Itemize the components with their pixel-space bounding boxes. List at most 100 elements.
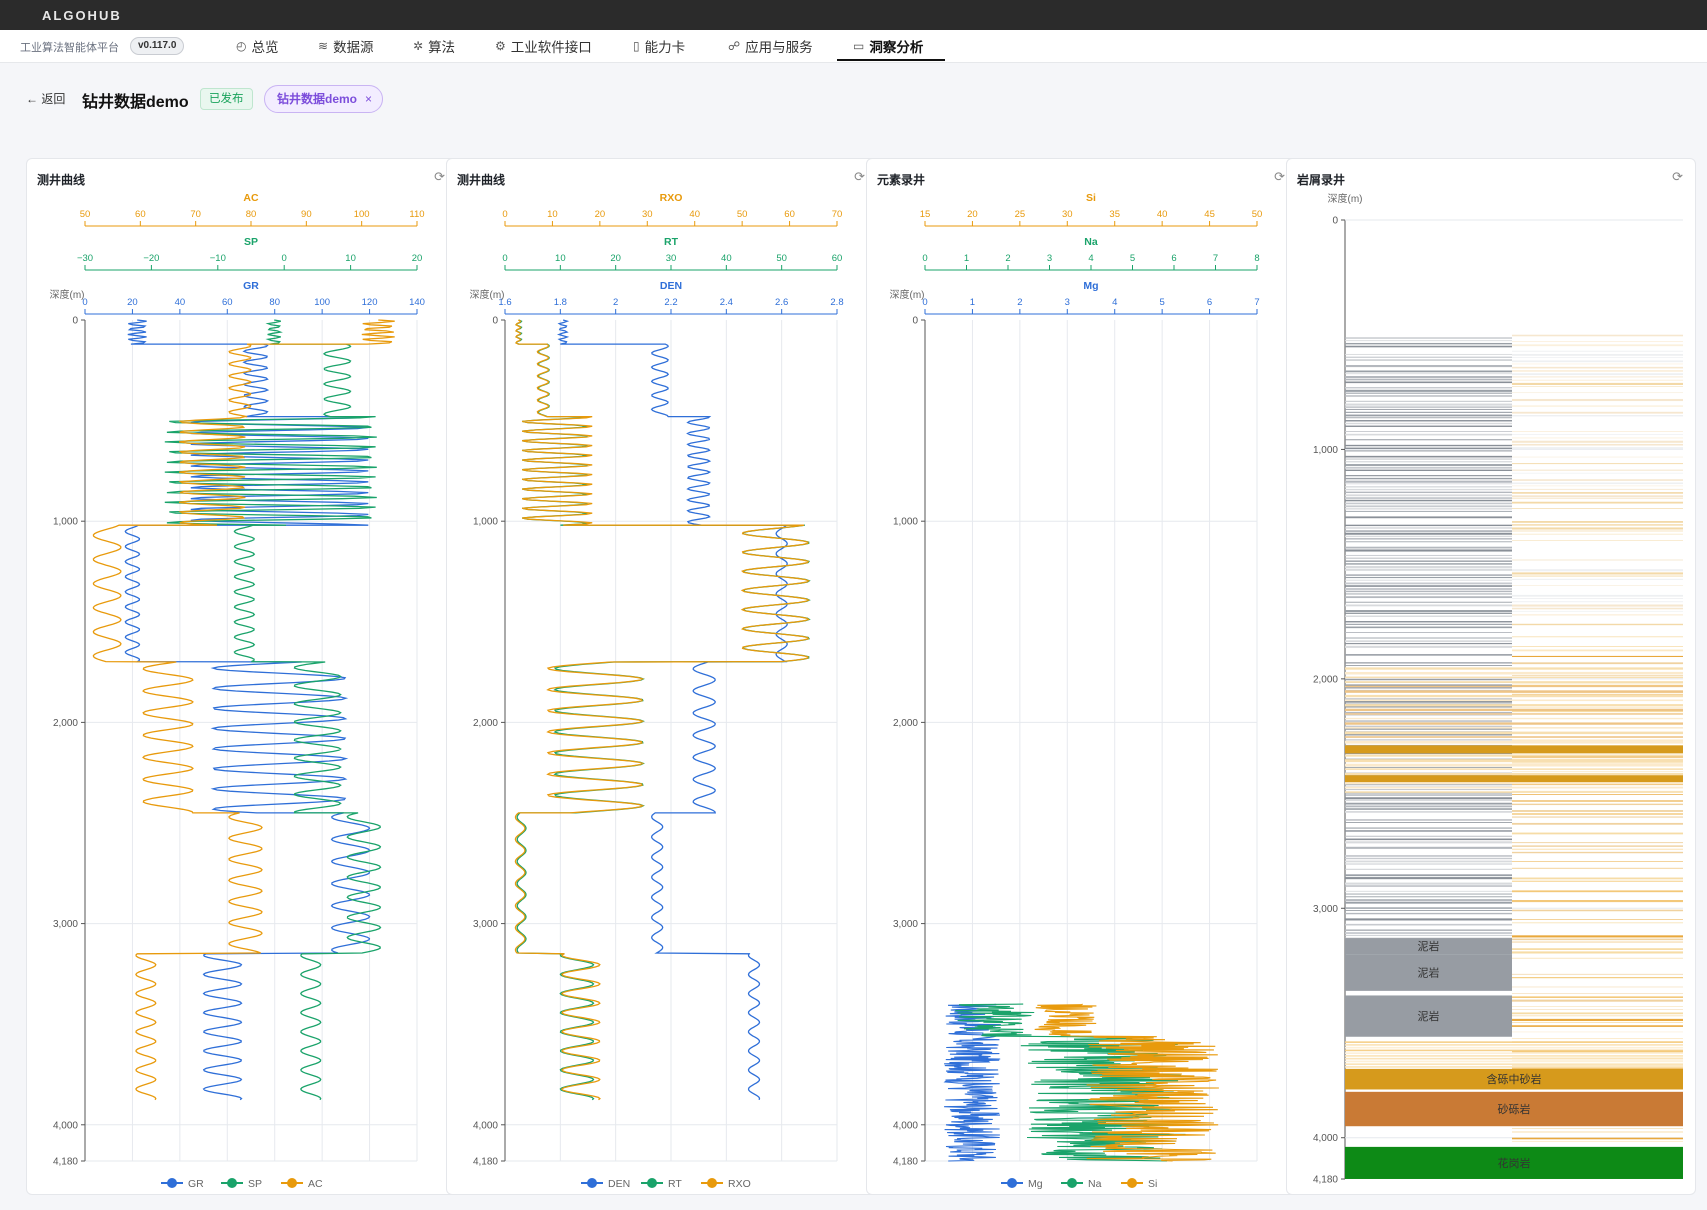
legend-label-den: DEN (608, 1178, 630, 1190)
axis-tick-label: 50 (737, 209, 748, 220)
axis-name-ac: AC (243, 192, 259, 204)
nav-item-datasource[interactable]: ≋ 数据源 (318, 36, 374, 56)
axis-tick-label: 0 (502, 209, 507, 220)
dataset-tag-label: 钻井数据demo (277, 92, 358, 106)
axis-tick-label: 10 (547, 209, 558, 220)
top-bar: ALGOHUB (0, 0, 1707, 30)
lithology-stripe (1512, 832, 1683, 835)
lithology-stripe (1345, 497, 1512, 500)
back-link[interactable]: ← 返回 (26, 90, 65, 107)
lithology-stripe (1512, 1131, 1683, 1133)
lithology-stripe (1512, 816, 1683, 818)
nav-item-apps-services[interactable]: ☍ 应用与服务 (728, 36, 813, 56)
depth-tick-label: 3,000 (473, 919, 498, 930)
depth-tick-label: 4,180 (893, 1157, 918, 1168)
axis-tick-label: 50 (80, 209, 91, 220)
lithology-stripe (1345, 417, 1512, 419)
legend-marker-gr (167, 1178, 177, 1188)
lithology-stripe (1345, 395, 1512, 397)
lithology-band (1345, 745, 1683, 754)
lithology-stripe (1512, 800, 1683, 802)
axis-tick-label: 20 (610, 253, 621, 264)
lithology-stripe (1345, 885, 1512, 887)
lithology-stripe (1345, 857, 1512, 860)
legend-marker-na (1067, 1178, 1077, 1188)
lithology-stripe (1345, 516, 1512, 519)
lithology-stripe (1345, 554, 1512, 556)
lithology-stripe (1345, 901, 1512, 904)
lithology-stripe (1512, 1012, 1683, 1015)
axis-tick-label: 10 (345, 253, 356, 264)
lithology-stripe (1345, 373, 1512, 375)
lithology-stripe (1345, 356, 1512, 358)
lithology-stripe (1512, 861, 1683, 862)
axis-tick-label: 2 (1017, 297, 1022, 308)
lithology-stripe (1512, 447, 1683, 450)
panel-well-log-2: 测井曲线 ⟳ RXO 0 10 20 30 40 50 60 70 RT 0 10 20 30 40 50 60… (446, 158, 878, 1195)
lithology-stripe (1345, 890, 1512, 892)
axis-tick-label: −20 (143, 253, 159, 264)
lithology-stripe (1512, 498, 1683, 500)
lithology-stripe (1345, 1041, 1683, 1043)
lithology-stripe (1345, 527, 1512, 529)
axis-tick-label: 7 (1254, 297, 1259, 308)
lithology-stripe (1512, 977, 1683, 979)
lithology-stripe (1345, 475, 1512, 477)
status-badge: 已发布 (200, 88, 253, 110)
close-icon[interactable]: × (365, 92, 372, 106)
lithology-stripe (1345, 788, 1512, 791)
lithology-stripe (1512, 527, 1683, 530)
axis-tick-label: 4 (1112, 297, 1117, 308)
axis-tick-label: 6 (1171, 253, 1176, 264)
axis-tick-label: 7 (1213, 253, 1218, 264)
lithology-stripe (1512, 623, 1683, 626)
axis-tick-label: 5 (1159, 297, 1164, 308)
lithology-stripe (1345, 662, 1512, 664)
depth-tick-label: 1,000 (1313, 445, 1338, 456)
lithology-stripe (1345, 549, 1512, 552)
lithology-stripe (1345, 499, 1512, 502)
axis-tick-label: 20 (127, 297, 138, 308)
lithology-stripe (1345, 1049, 1683, 1052)
lithology-stripe (1345, 882, 1512, 885)
lithology-stripe (1345, 733, 1512, 736)
lithology-stripe (1345, 444, 1512, 447)
lithology-stripe (1345, 893, 1512, 895)
nav-item-overview[interactable]: ◴ 总览 (236, 36, 278, 56)
brand-logo[interactable]: ALGOHUB (42, 8, 122, 23)
lithology-stripe (1512, 601, 1683, 603)
lithology-stripe (1512, 1128, 1683, 1129)
lithology-stripe (1345, 621, 1512, 623)
lithology-stripe (1345, 461, 1512, 463)
lithology-stripe (1512, 492, 1683, 494)
nav-item-insight[interactable]: ▭ 洞察分析 (853, 36, 923, 56)
lithology-stripe (1345, 763, 1683, 767)
legend-marker-mg (1007, 1178, 1017, 1188)
lithology-stripe (1345, 772, 1683, 776)
nav-item-software-interface[interactable]: ⚙ 工业软件接口 (495, 36, 592, 56)
lithology-stripe (1345, 822, 1512, 823)
lithology-stripe (1345, 342, 1512, 345)
lithology-stripe (1345, 802, 1512, 805)
lithology-stripe (1345, 604, 1512, 607)
nav-item-capability-card[interactable]: ▯ 能力卡 (633, 36, 685, 56)
axis-tick-label: −10 (210, 253, 226, 264)
lithology-stripe (1512, 572, 1683, 575)
lithology-stripe (1512, 366, 1683, 369)
dataset-tag[interactable]: 钻井数据demo × (264, 85, 384, 113)
lithology-stripe (1512, 472, 1683, 474)
legend-marker-si (1127, 1178, 1137, 1188)
lithology-stripe (1512, 996, 1683, 998)
lithology-stripe (1512, 559, 1683, 561)
axis-tick-label: 80 (246, 209, 257, 220)
nav-item-algorithm[interactable]: ✲ 算法 (413, 36, 455, 56)
lithology-stripe (1345, 403, 1512, 406)
lithology-stripe (1345, 687, 1512, 689)
lithology-stripe (1345, 455, 1512, 458)
axis-tick-label: 30 (642, 209, 653, 220)
lithology-stripe (1512, 784, 1683, 786)
lithology-stripe (1512, 813, 1683, 815)
lithology-stripe (1345, 841, 1512, 844)
lithology-stripe (1345, 387, 1512, 389)
lithology-stripe (1345, 907, 1512, 909)
